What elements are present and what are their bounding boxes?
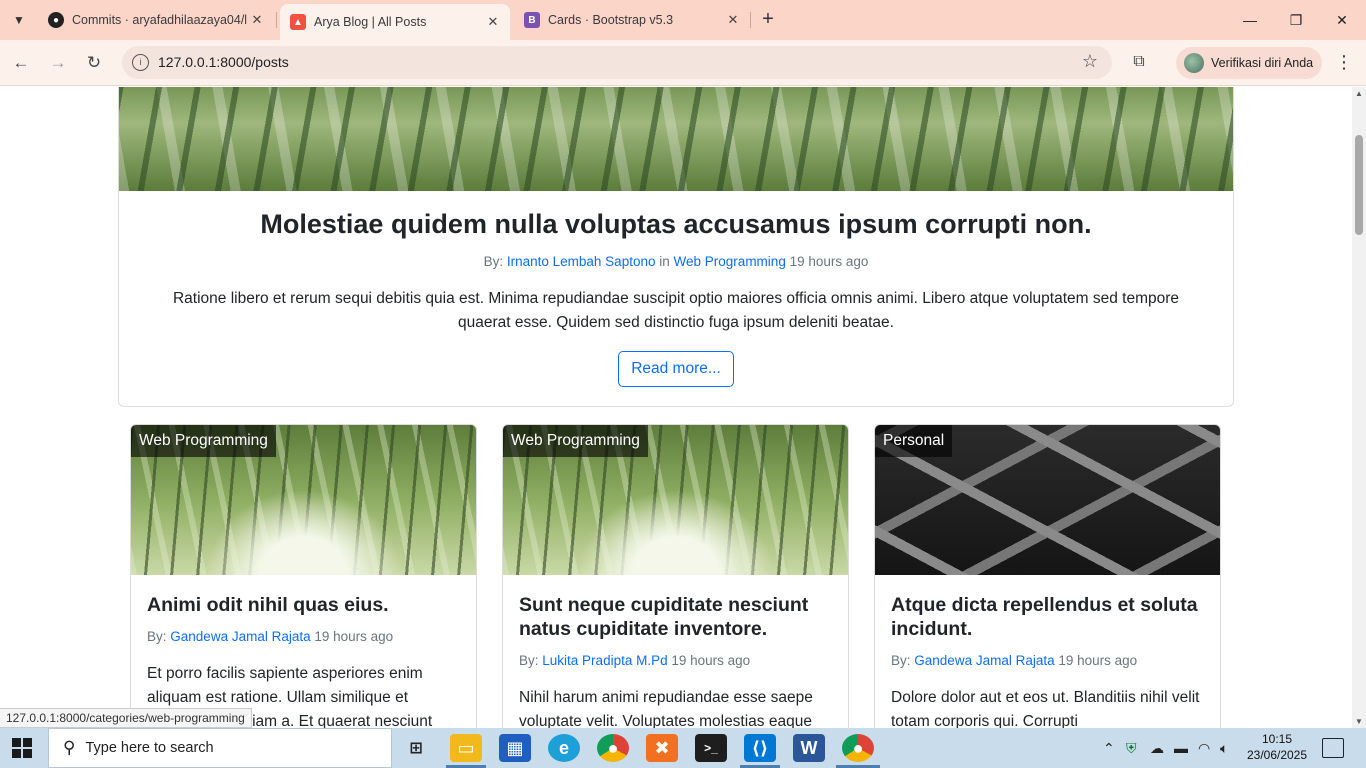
featured-author-link[interactable]: Irnanto Lembah Saptono [507,254,656,269]
avatar [1184,53,1204,73]
author-link[interactable]: Gandewa Jamal Rajata [914,653,1054,668]
post-title[interactable]: Animi odit nihil quas eius. [147,593,460,617]
featured-category-link[interactable]: Web Programming [674,254,786,269]
bookmark-star-icon[interactable]: ☆ [1082,51,1098,72]
extensions-puzzle-icon[interactable]: ⧉ [1127,50,1151,74]
page-scrollbar[interactable]: ▲ ▼ [1352,87,1366,728]
post-title[interactable]: Atque dicta repellendus et soluta incidu… [891,593,1204,641]
reload-icon[interactable]: ↻ [81,50,107,76]
site-info-icon[interactable]: i [132,54,149,71]
category-badge[interactable]: Web Programming [131,425,276,457]
author-link[interactable]: Gandewa Jamal Rajata [170,629,310,644]
cloud-sync-icon[interactable]: ☁ [1150,740,1164,757]
close-icon[interactable]: ✕ [484,14,502,30]
post-card: Web Programming Sunt neque cupiditate ne… [502,424,849,728]
featured-post-meta: By: Irnanto Lembah Saptono in Web Progra… [483,254,869,269]
scrollbar-thumb[interactable] [1355,135,1363,235]
security-shield-icon[interactable]: ⛨ [1126,740,1137,757]
tab-search-icon[interactable]: ▼ [6,7,32,33]
category-badge[interactable]: Personal [875,425,953,457]
system-clock[interactable]: 10:15 23/06/2025 [1242,731,1312,763]
taskbar-search-placeholder: Type here to search [85,740,214,756]
tab-bootstrap-cards[interactable]: B Cards · Bootstrap v5.3 ✕ [514,4,750,36]
forward-arrow-icon[interactable]: → [45,50,71,76]
taskbar-search-box[interactable]: ⚲ Type here to search [48,728,392,768]
tab-divider [750,12,751,28]
close-icon[interactable]: ✕ [724,12,742,28]
notification-center-icon[interactable] [1322,738,1344,758]
featured-post-image [119,87,1233,191]
link-status-bubble: 127.0.0.1:8000/categories/web-programmin… [0,708,252,728]
post-meta: By: Lukita Pradipta M.Pd 19 hours ago [519,653,751,668]
github-icon: ● [48,12,64,28]
microsoft-store-icon[interactable]: ▦ [499,734,531,762]
post-image: Web Programming [503,425,848,575]
address-bar[interactable]: i 127.0.0.1:8000/posts ☆ [122,46,1112,79]
post-image: Personal [875,425,1220,575]
bootstrap-icon: B [524,12,540,28]
close-icon[interactable]: ✕ [248,12,266,28]
featured-post-excerpt: Ratione libero et rerum sequi debitis qu… [172,290,1180,331]
tab-divider [276,12,277,28]
tab-arya-blog[interactable]: ▲ Arya Blog | All Posts ✕ [280,4,510,40]
laravel-icon: ▲ [290,14,306,30]
search-icon: ⚲ [63,738,76,757]
windows-taskbar: ⚲ Type here to search ⊞ ▭ ▦ e ● ✖ >_ ⟨⟩ … [0,728,1366,768]
new-tab-icon[interactable]: + [757,8,779,32]
read-more-button[interactable]: Read more... [618,351,734,387]
browser-menu-icon[interactable]: ⋮ [1332,50,1356,74]
featured-post-title: Molestiae quidem nulla voluptas accusamu… [260,209,1092,239]
close-window-icon[interactable]: ✕ [1322,8,1362,32]
minimize-icon[interactable]: — [1230,8,1270,32]
task-view-icon[interactable]: ⊞ [400,734,432,762]
post-card: Web Programming Animi odit nihil quas ei… [130,424,477,728]
post-excerpt: Dolore dolor aut et eos ut. Blanditiis n… [891,689,1200,728]
wifi-icon[interactable]: ◠ [1198,740,1210,757]
vscode-icon[interactable]: ⟨⟩ [744,734,776,762]
browser-tab-strip: ▼ ● Commits · aryafadhilaazaya04/l ✕ ▲ A… [0,0,1366,40]
browser-toolbar: ← → ↻ i 127.0.0.1:8000/posts ☆ ⧉ Verifik… [0,40,1366,86]
featured-post-card: Molestiae quidem nulla voluptas accusamu… [118,87,1234,407]
restore-icon[interactable]: ❐ [1276,8,1316,32]
battery-icon[interactable]: ▬ [1174,740,1188,756]
word-icon[interactable]: W [793,734,825,762]
back-arrow-icon[interactable]: ← [8,50,34,76]
profile-label: Verifikasi diri Anda [1211,56,1314,70]
author-link[interactable]: Lukita Pradipta M.Pd [542,653,667,668]
category-badge[interactable]: Web Programming [503,425,648,457]
url-text[interactable]: 127.0.0.1:8000/posts [158,54,289,70]
windows-start-icon[interactable] [12,738,34,758]
scroll-down-arrow-icon[interactable]: ▼ [1355,717,1363,726]
tab-github-commits[interactable]: ● Commits · aryafadhilaazaya04/l ✕ [38,4,274,36]
edge-icon[interactable]: e [548,734,580,762]
post-title[interactable]: Sunt neque cupiditate nesciunt natus cup… [519,593,832,641]
scroll-up-arrow-icon[interactable]: ▲ [1355,89,1363,98]
file-explorer-icon[interactable]: ▭ [450,734,482,762]
post-meta: By: Gandewa Jamal Rajata 19 hours ago [891,653,1138,668]
profile-button[interactable]: Verifikasi diri Anda [1176,47,1322,79]
volume-icon[interactable]: 🔈︎ [1220,740,1228,757]
terminal-icon[interactable]: >_ [695,734,727,762]
post-image: Web Programming [131,425,476,575]
xampp-icon[interactable]: ✖ [646,734,678,762]
post-excerpt: Nihil harum animi repudiandae esse saepe… [519,689,813,728]
tray-chevron-up-icon[interactable]: ⌃ [1103,740,1115,757]
page-viewport: Molestiae quidem nulla voluptas accusamu… [0,87,1352,728]
chrome-icon[interactable]: ● [597,734,629,762]
post-meta: By: Gandewa Jamal Rajata 19 hours ago [147,629,394,644]
post-card: Personal Atque dicta repellendus et solu… [874,424,1221,728]
chrome-profile-icon[interactable]: ● [842,734,874,762]
